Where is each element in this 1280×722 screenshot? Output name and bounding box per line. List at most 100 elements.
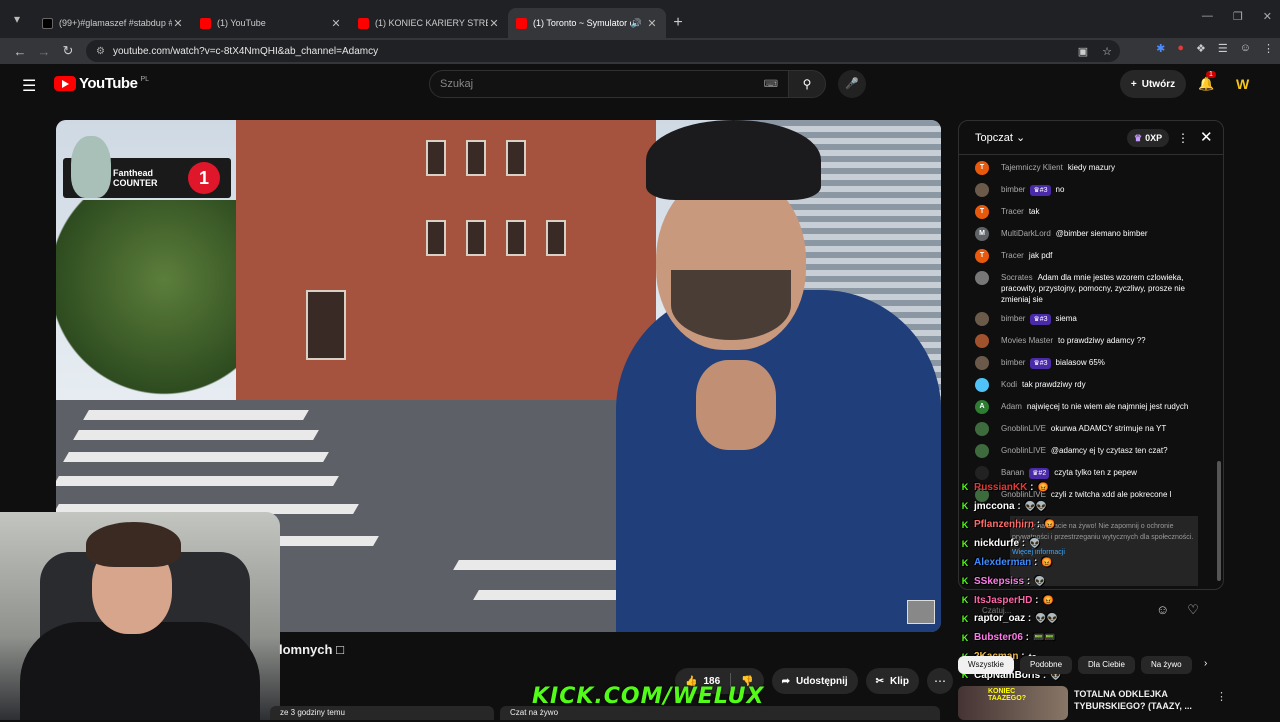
chat-author[interactable]: bimber <box>1001 185 1025 194</box>
browser-tab-active[interactable]: (1) Toronto ~ Symulator ch 🔊 ✕ <box>508 8 666 38</box>
chat-author[interactable]: Kodi <box>1001 380 1017 389</box>
chat-author[interactable]: Banan <box>1001 468 1024 477</box>
filter-chip[interactable]: Dla Ciebie <box>1078 656 1135 674</box>
chat-avatar[interactable]: T <box>975 161 989 175</box>
restore-icon[interactable]: ❐ <box>1233 10 1243 23</box>
media-icon[interactable]: ☰ <box>1218 42 1228 55</box>
xp-badge[interactable]: ♛ 0XP <box>1127 129 1170 147</box>
chat-author[interactable]: GnoblinLIVE <box>1001 446 1046 455</box>
chat-author[interactable]: GnoblinLIVE <box>1001 424 1046 433</box>
voice-search-button[interactable]: 🎤 <box>838 70 866 98</box>
minimize-icon[interactable]: — <box>1202 10 1213 23</box>
chat-author[interactable]: MultiDarkLord <box>1001 229 1051 238</box>
new-tab-button[interactable]: + <box>666 11 690 35</box>
share-button[interactable]: ➦ Udostępnij <box>771 668 858 694</box>
extension-icon[interactable]: ✱ <box>1156 42 1165 55</box>
chat-text: @adamcy ej ty czytasz ten czat? <box>1050 446 1168 455</box>
chat-more-icon[interactable]: ⋮ <box>1177 131 1189 145</box>
chat-author[interactable]: bimber <box>1001 314 1025 323</box>
chat-author[interactable]: Socrates <box>1001 273 1033 282</box>
chat-author[interactable]: Tracer <box>1001 251 1024 260</box>
site-info-icon[interactable]: ⚙ <box>96 46 105 57</box>
bell-icon: 🔔 <box>1198 76 1215 91</box>
extension-icon[interactable]: ● <box>1177 42 1184 55</box>
chat-author[interactable]: Movies Master <box>1001 336 1053 345</box>
close-tab-icon[interactable]: ✕ <box>172 17 184 30</box>
puzzle-icon[interactable]: ❖ <box>1196 42 1206 55</box>
heart-icon[interactable]: ♡ <box>1187 602 1199 618</box>
close-chat-icon[interactable]: ✕ <box>1200 128 1213 146</box>
notifications-button[interactable]: 🔔 1 <box>1198 71 1216 92</box>
url-text: youtube.com/watch?v=c-8tX4NmQHI&ab_chann… <box>112 45 379 57</box>
kick-username: nickdurfe <box>974 538 1020 550</box>
chat-avatar[interactable] <box>975 356 989 370</box>
channel-watermark[interactable] <box>907 600 935 624</box>
filter-chip[interactable]: Wszystkie <box>958 656 1014 674</box>
chat-avatar[interactable] <box>975 444 989 458</box>
chat-avatar[interactable] <box>975 183 989 197</box>
cast-icon[interactable]: ▣ <box>1078 45 1088 58</box>
clip-button[interactable]: ✂ Klip <box>865 668 919 694</box>
chat-author[interactable]: Tajemniczy Klient <box>1001 163 1063 172</box>
chat-text: tak prawdziwy rdy <box>1022 380 1086 389</box>
hamburger-menu-icon[interactable]: ☰ <box>22 76 36 96</box>
chat-avatar[interactable]: T <box>975 249 989 263</box>
chat-author[interactable]: Tracer <box>1001 207 1024 216</box>
chat-avatar[interactable]: T <box>975 205 989 219</box>
chat-avatar[interactable]: A <box>975 400 989 414</box>
chat-avatar[interactable] <box>975 312 989 326</box>
forward-icon[interactable]: → <box>32 44 56 59</box>
menu-icon[interactable]: ⋮ <box>1263 42 1274 55</box>
youtube-icon <box>200 17 211 29</box>
chat-scrollbar[interactable] <box>1217 461 1221 581</box>
youtube-logo[interactable]: YouTube PL <box>54 75 149 92</box>
chat-avatar[interactable]: M <box>975 227 989 241</box>
chat-avatar[interactable] <box>975 334 989 348</box>
url-field[interactable]: ⚙ youtube.com/watch?v=c-8tX4NmQHI&ab_cha… <box>86 40 1120 62</box>
close-tab-icon[interactable]: ✕ <box>330 17 342 30</box>
chat-message-body: Tracer tak <box>1001 204 1040 217</box>
chat-avatar[interactable] <box>975 378 989 392</box>
more-actions-button[interactable]: ⋯ <box>926 668 953 694</box>
search-button[interactable]: ⚲ <box>788 70 826 98</box>
bookmark-star-icon[interactable]: ☆ <box>1102 45 1112 58</box>
recommendation-more-icon[interactable]: ⋮ <box>1216 690 1227 703</box>
kick-chat-row: K ItsJasperHD : 😡 <box>958 591 1078 610</box>
notification-badge: 1 <box>1206 71 1216 78</box>
live-chat-tab-label: Czat na żywo <box>510 708 559 717</box>
chat-author[interactable]: Adam <box>1001 402 1022 411</box>
back-icon[interactable]: ← <box>8 44 32 59</box>
chat-avatar[interactable] <box>975 422 989 436</box>
search-input[interactable]: Szukaj ⌨ <box>429 70 789 98</box>
chat-author[interactable]: bimber <box>1001 358 1025 367</box>
chat-message-body: GnoblinLIVE okurwa ADAMCY strimuje na YT <box>1001 421 1166 434</box>
profile-icon[interactable]: ☺ <box>1240 42 1251 55</box>
recommendation-title[interactable]: TOTALNA ODKLEJKA TYBURSKIEGO? (TAAZY, ..… <box>1074 688 1214 712</box>
counter-label-bottom: COUNTER <box>113 178 158 188</box>
recommendation-thumbnail[interactable]: KONIEC TAAZEGO? <box>958 686 1068 720</box>
badge-rank: #2 <box>1038 470 1047 477</box>
create-button[interactable]: + Utwórz <box>1120 70 1186 98</box>
browser-tab[interactable]: (1) YouTube ✕ <box>192 8 350 38</box>
account-avatar[interactable]: W <box>1236 76 1249 92</box>
video-scene-trees <box>56 200 236 400</box>
browser-tab[interactable]: (99+)#glamaszef #stabdup #sn ✕ <box>34 8 192 38</box>
kick-chat-row: K RussianKK : 😡 <box>958 478 1078 497</box>
kick-logo-icon: K <box>961 595 969 606</box>
chevron-right-icon[interactable]: › <box>1204 658 1207 669</box>
chat-message: GnoblinLIVE okurwa ADAMCY strimuje na YT <box>959 418 1223 440</box>
description-tab[interactable]: ze 3 godziny temu <box>270 706 494 720</box>
close-window-icon[interactable]: ✕ <box>1263 10 1272 23</box>
filter-chip[interactable]: Na żywo <box>1140 656 1192 674</box>
keyboard-icon[interactable]: ⌨ <box>764 79 778 90</box>
close-tab-icon[interactable]: ✕ <box>488 17 500 30</box>
emoji-icon[interactable]: ☺ <box>1156 602 1169 618</box>
reload-icon[interactable]: ↻ <box>56 43 80 59</box>
chat-mode-dropdown[interactable]: Topczat ⌄ <box>975 131 1025 144</box>
tab-search-menu-icon[interactable]: ▾ <box>0 0 34 38</box>
chat-avatar[interactable] <box>975 271 989 285</box>
browser-tab[interactable]: (1) KONIEC KARIERY STREAMER ✕ <box>350 8 508 38</box>
close-tab-icon[interactable]: ✕ <box>646 17 658 30</box>
filter-chip[interactable]: Podobne <box>1020 656 1073 674</box>
speaker-icon[interactable]: 🔊 <box>631 18 642 29</box>
